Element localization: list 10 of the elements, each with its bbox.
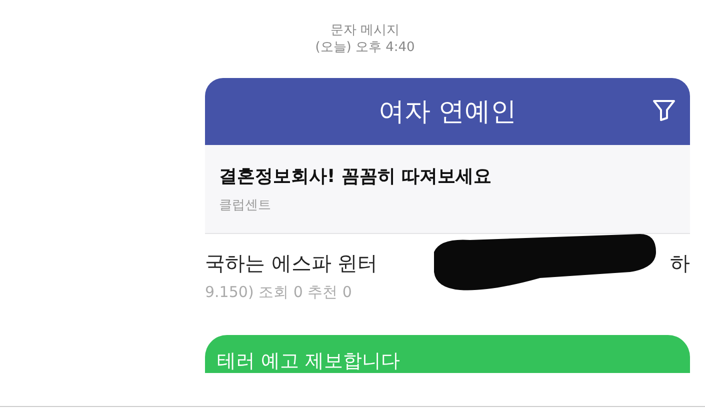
message-type-label: 문자 메시지: [330, 22, 400, 39]
message-text: 테러 예고 제보합니다: [217, 349, 400, 373]
board-title: 여자 연예인: [378, 96, 517, 129]
post-title-fragment: 하: [670, 250, 690, 277]
message-time: (오늘) 오후 4:40: [315, 39, 415, 56]
post-meta: 9.150) 조회 0 추천 0: [205, 283, 352, 302]
filter-icon: [652, 98, 676, 122]
ad-source: 클럽센트: [219, 197, 271, 214]
ad-title: 결혼정보회사! 꼼꼼히 따져보세요: [219, 165, 492, 188]
post-title: 국하는 에스파 윈터: [205, 250, 378, 277]
